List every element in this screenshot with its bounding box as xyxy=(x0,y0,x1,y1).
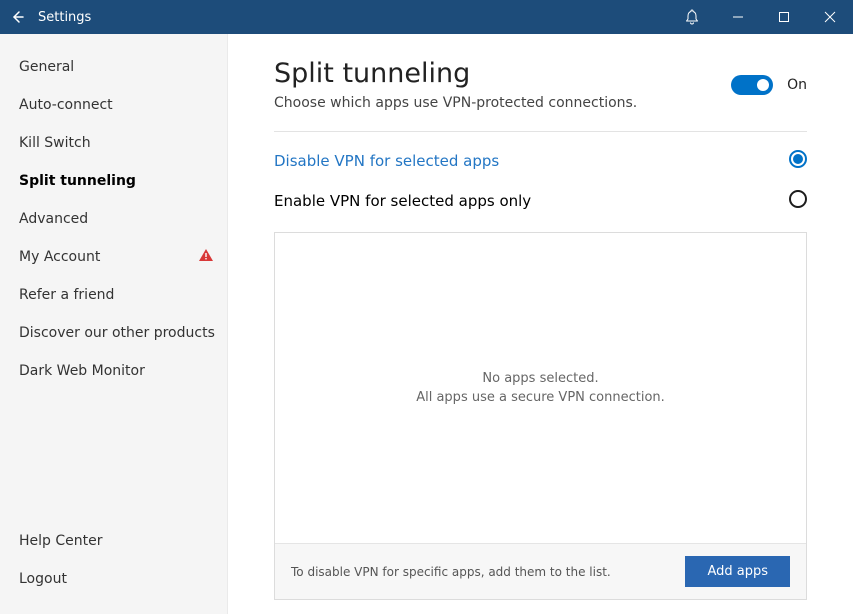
split-tunneling-toggle[interactable] xyxy=(731,75,773,95)
radio-icon xyxy=(789,150,807,168)
radio-icon xyxy=(789,190,807,208)
close-icon xyxy=(824,11,836,23)
sidebar-item-discover-products[interactable]: Discover our other products xyxy=(0,314,227,352)
sidebar-item-label: Help Center xyxy=(19,533,103,549)
bell-icon xyxy=(685,9,699,25)
sidebar-item-label: My Account xyxy=(19,249,100,265)
option-label: Disable VPN for selected apps xyxy=(274,152,499,170)
apps-footer-hint: To disable VPN for specific apps, add th… xyxy=(291,565,611,579)
maximize-icon xyxy=(778,11,790,23)
sidebar-item-logout[interactable]: Logout xyxy=(0,560,227,598)
sidebar-item-split-tunneling[interactable]: Split tunneling xyxy=(0,162,227,200)
sidebar-item-label: Split tunneling xyxy=(19,173,136,189)
sidebar-item-dark-web-monitor[interactable]: Dark Web Monitor xyxy=(0,352,227,390)
back-arrow-icon xyxy=(11,10,25,24)
sidebar-item-label: Kill Switch xyxy=(19,135,91,151)
apps-list: No apps selected. All apps use a secure … xyxy=(274,232,807,600)
sidebar-item-label: Refer a friend xyxy=(19,287,114,303)
main-panel: Split tunneling Choose which apps use VP… xyxy=(228,34,853,614)
sidebar-item-kill-switch[interactable]: Kill Switch xyxy=(0,124,227,162)
page-header: Split tunneling Choose which apps use VP… xyxy=(274,58,807,111)
sidebar-item-advanced[interactable]: Advanced xyxy=(0,200,227,238)
page-subtitle: Choose which apps use VPN-protected conn… xyxy=(274,95,637,111)
notifications-button[interactable] xyxy=(669,0,715,34)
maximize-button[interactable] xyxy=(761,0,807,34)
sidebar-item-my-account[interactable]: My Account xyxy=(0,238,227,276)
sidebar-item-auto-connect[interactable]: Auto-connect xyxy=(0,86,227,124)
window-title: Settings xyxy=(38,10,91,25)
sidebar-item-label: Logout xyxy=(19,571,67,587)
minimize-icon xyxy=(732,11,744,23)
divider xyxy=(274,131,807,132)
back-button[interactable] xyxy=(0,0,36,34)
titlebar: Settings xyxy=(0,0,853,34)
option-disable-vpn[interactable]: Disable VPN for selected apps xyxy=(274,150,807,172)
sidebar-item-label: General xyxy=(19,59,74,75)
minimize-button[interactable] xyxy=(715,0,761,34)
close-button[interactable] xyxy=(807,0,853,34)
empty-line: All apps use a secure VPN connection. xyxy=(416,388,665,408)
sidebar-item-label: Dark Web Monitor xyxy=(19,363,145,379)
apps-footer: To disable VPN for specific apps, add th… xyxy=(275,543,806,599)
empty-line: No apps selected. xyxy=(482,369,598,389)
sidebar-item-help-center[interactable]: Help Center xyxy=(0,522,227,560)
option-enable-vpn-only[interactable]: Enable VPN for selected apps only xyxy=(274,190,807,212)
apps-empty-state: No apps selected. All apps use a secure … xyxy=(275,233,806,543)
toggle-state-label: On xyxy=(787,77,807,93)
sidebar-item-label: Advanced xyxy=(19,211,88,227)
sidebar-item-refer-a-friend[interactable]: Refer a friend xyxy=(0,276,227,314)
add-apps-button[interactable]: Add apps xyxy=(685,556,790,587)
option-label: Enable VPN for selected apps only xyxy=(274,192,531,210)
sidebar-item-label: Discover our other products xyxy=(19,325,215,341)
sidebar-item-label: Auto-connect xyxy=(19,97,113,113)
warning-icon xyxy=(199,249,213,265)
sidebar-item-general[interactable]: General xyxy=(0,48,227,86)
content: General Auto-connect Kill Switch Split t… xyxy=(0,34,853,614)
sidebar: General Auto-connect Kill Switch Split t… xyxy=(0,34,228,614)
page-title: Split tunneling xyxy=(274,58,637,89)
